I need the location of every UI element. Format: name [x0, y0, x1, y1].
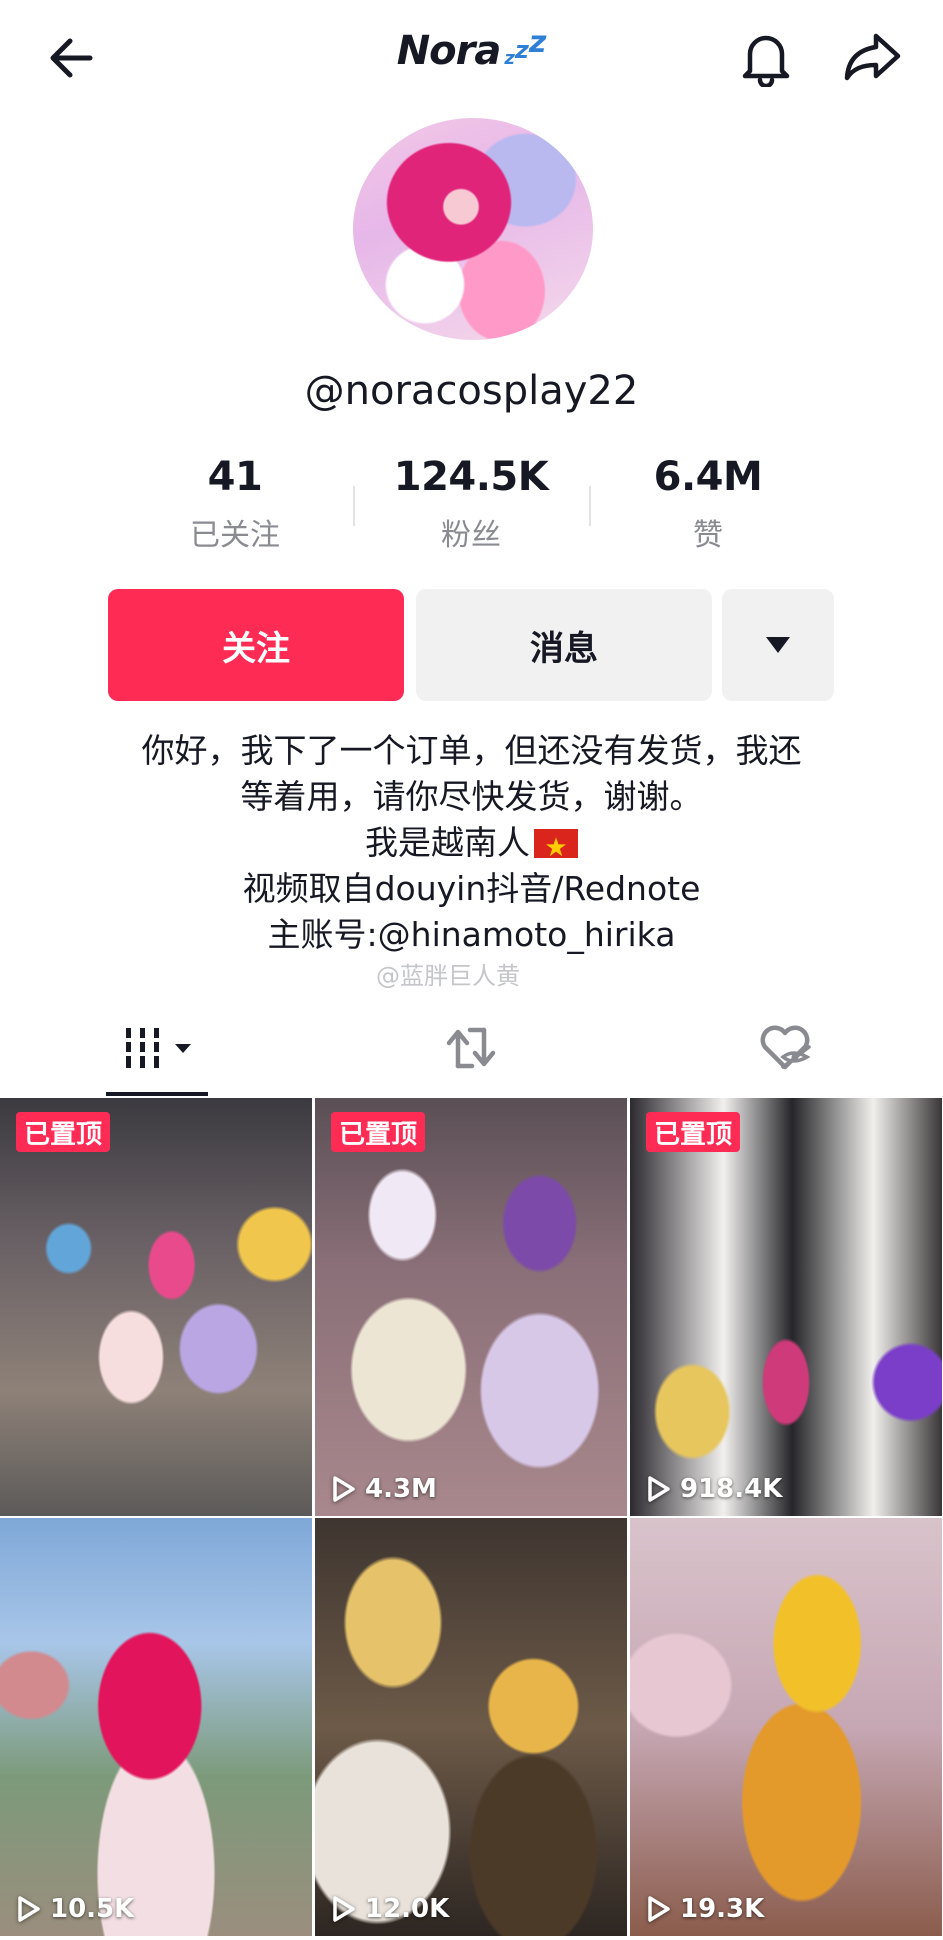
play-icon [18, 1896, 40, 1922]
view-count-text: 19.3K [680, 1894, 765, 1924]
avatar[interactable] [353, 118, 593, 340]
view-count: 4.3M [331, 1474, 437, 1504]
grid-bars-icon [123, 1028, 163, 1068]
video-thumbnail[interactable]: 已置顶 4.3M [315, 1098, 627, 1516]
share-arrow-icon [844, 33, 901, 81]
following-count: 41 [207, 454, 263, 500]
view-count-text: 4.3M [365, 1474, 437, 1504]
follow-button[interactable]: 关注 [108, 589, 404, 701]
tab-reposts[interactable] [314, 1000, 628, 1096]
view-count-text: 12.0K [365, 1894, 450, 1924]
view-count: 10.5K [16, 1894, 134, 1924]
video-thumbnail[interactable]: 12.0K [315, 1518, 627, 1936]
followers-label: 粉丝 [441, 518, 501, 553]
view-count: 12.0K [331, 1894, 449, 1924]
username: @noracosplay22 [304, 368, 639, 414]
profile-stats: 41 已关注 124.5K 粉丝 6.4M 赞 [0, 454, 943, 564]
bio-line-text: 我是越南人 [365, 823, 530, 862]
tab-videos[interactable] [0, 1000, 314, 1096]
notification-button[interactable] [730, 22, 802, 94]
content-tabs [0, 1000, 943, 1098]
likes-count: 6.4M [653, 454, 763, 500]
pinned-badge: 已置顶 [331, 1112, 426, 1152]
following-label: 已关注 [190, 518, 280, 553]
view-count: 918.4K [646, 1474, 782, 1504]
followers-stat[interactable]: 124.5K 粉丝 [353, 454, 589, 554]
likes-label: 赞 [693, 518, 723, 553]
tab-liked[interactable] [628, 1000, 942, 1096]
likes-stat[interactable]: 6.4M 赞 [590, 454, 826, 554]
repost-icon [446, 1027, 496, 1069]
bio: 你好，我下了一个订单，但还没有发货，我还 等着用，请你尽快发货，谢谢。 我是越南… [0, 728, 943, 958]
sleep-zzz-icon: zzz [504, 25, 547, 69]
message-button[interactable]: 消息 [416, 589, 712, 701]
view-count: 19.3K [646, 1894, 764, 1924]
display-name: Nora [396, 28, 502, 74]
view-count-text: 918.4K [680, 1474, 783, 1504]
followers-count: 124.5K [393, 454, 549, 500]
play-icon [333, 1476, 355, 1502]
bio-line: 视频取自douyin抖音/Rednote [242, 869, 701, 908]
pinned-badge: 已置顶 [646, 1112, 741, 1152]
video-thumbnail[interactable]: 10.5K [0, 1518, 312, 1936]
play-icon [333, 1896, 355, 1922]
tab-dropdown-icon [175, 1043, 191, 1053]
active-tab-indicator [106, 1092, 208, 1096]
video-thumbnail[interactable]: 19.3K [630, 1518, 942, 1936]
pinned-badge: 已置顶 [16, 1112, 111, 1152]
following-stat[interactable]: 41 已关注 [117, 454, 353, 554]
hidden-heart-icon [760, 1025, 811, 1070]
bio-link[interactable]: 主账号:@hinamoto_hirika [0, 912, 943, 958]
bell-icon [742, 35, 790, 87]
bio-line: 等着用，请你尽快发货，谢谢。 [240, 777, 703, 816]
play-icon [648, 1896, 670, 1922]
bio-line: 我是越南人 [0, 820, 943, 871]
video-grid: 已置顶 已置顶 4.3M 已置顶 918.4K 10.5K 12.0K 19.3… [0, 1098, 943, 1940]
bio-line: 你好，我下了一个订单，但还没有发货，我还 [141, 731, 802, 770]
more-options-button[interactable] [722, 589, 834, 701]
video-thumbnail[interactable]: 已置顶 [0, 1098, 312, 1516]
play-icon [648, 1476, 670, 1502]
share-button[interactable] [836, 22, 908, 94]
vietnam-flag-icon [534, 825, 578, 871]
triangle-down-icon [766, 637, 790, 653]
top-bar: Nora zzz [0, 0, 943, 118]
view-count-text: 10.5K [50, 1894, 135, 1924]
video-thumbnail[interactable]: 已置顶 918.4K [630, 1098, 942, 1516]
watermark: @蓝胖巨人黄 [376, 962, 520, 990]
